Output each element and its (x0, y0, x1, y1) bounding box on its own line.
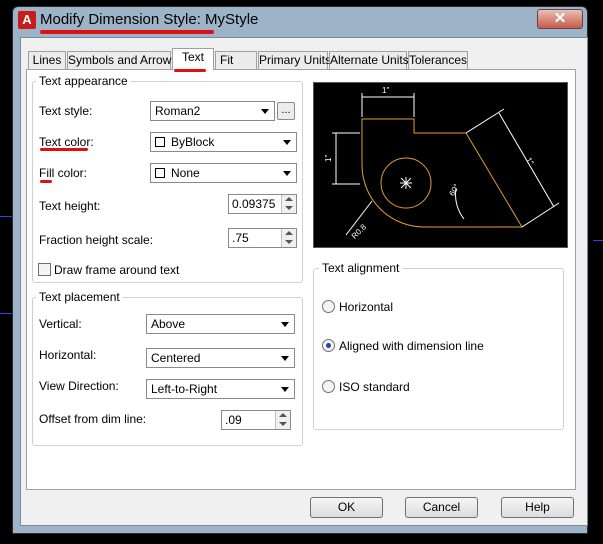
spin-down-button[interactable] (282, 204, 296, 213)
tab-lines[interactable]: Lines (28, 51, 66, 69)
horizontal-value: Centered (151, 351, 201, 365)
text-style-value: Roman2 (155, 104, 201, 118)
text-color-label: Text color: (39, 135, 94, 149)
vertical-select[interactable]: Above (146, 314, 295, 334)
vertical-value: Above (151, 317, 186, 331)
radio-iso-standard-label: ISO standard (339, 380, 410, 394)
fill-color-label: Fill color: (39, 166, 88, 180)
view-direction-value: Left-to-Right (151, 382, 218, 396)
fraction-height-value: .75 (232, 231, 249, 245)
spin-down-button[interactable] (282, 238, 296, 247)
text-color-select[interactable]: ByBlock (150, 132, 297, 152)
fill-color-annotation-underline (40, 180, 52, 183)
arrow-up-icon (285, 231, 293, 235)
help-button[interactable]: Help (501, 497, 574, 518)
chevron-down-icon (281, 356, 289, 361)
offset-label: Offset from dim line: (39, 412, 147, 426)
text-style-browse-button[interactable]: ... (277, 102, 295, 120)
text-color-annotation-underline (40, 148, 88, 151)
text-style-label: Text style: (39, 104, 93, 118)
draw-frame-checkbox[interactable] (38, 263, 51, 276)
radio-aligned-with-dimension-line[interactable] (322, 339, 335, 352)
dim-slope-text: 1" (524, 156, 536, 167)
tab-annotation-underline (174, 69, 206, 72)
tab-tolerances[interactable]: Tolerances (408, 51, 468, 69)
fraction-height-input[interactable]: .75 (228, 228, 297, 248)
preview-outline (361, 118, 523, 228)
chevron-down-icon (281, 387, 289, 392)
color-swatch-icon (155, 168, 165, 178)
dim-angle-text: 60° (447, 182, 461, 197)
spin-up-button[interactable] (276, 411, 290, 420)
dialog-title: Modify Dimension Style: MyStyle (40, 11, 259, 28)
text-placement-title: Text placement (36, 290, 123, 304)
arrow-down-icon (285, 206, 293, 210)
offset-value: .09 (225, 413, 242, 427)
spin-down-button[interactable] (276, 420, 290, 429)
radio-aligned-label: Aligned with dimension line (339, 339, 484, 353)
preview-drawing: 1" 1" 1" 60° R0.8 (324, 86, 560, 241)
title-annotation-underline (40, 30, 214, 34)
fill-color-select[interactable]: None (150, 163, 297, 183)
tab-text[interactable]: Text (172, 48, 214, 70)
dim-top-text: 1" (382, 86, 389, 95)
radio-horizontal[interactable] (322, 300, 335, 313)
view-direction-select[interactable]: Left-to-Right (146, 379, 295, 399)
close-button[interactable]: ✕ (537, 9, 583, 29)
chevron-down-icon (283, 140, 291, 145)
tab-fit[interactable]: Fit (215, 51, 257, 69)
background-line (593, 240, 603, 241)
dimension-preview: 1" 1" 1" 60° R0.8 (313, 82, 568, 248)
text-height-input[interactable]: 0.09375 (228, 194, 297, 214)
arrow-down-icon (279, 422, 287, 426)
vertical-label: Vertical: (39, 317, 82, 331)
draw-frame-label: Draw frame around text (54, 263, 180, 277)
tab-primary-units[interactable]: Primary Units (258, 51, 331, 69)
background-line (0, 216, 12, 217)
text-color-value: ByBlock (171, 135, 215, 149)
background-line (0, 313, 12, 314)
text-height-value: 0.09375 (232, 197, 276, 211)
arrow-down-icon (285, 240, 293, 244)
arrow-up-icon (285, 197, 293, 201)
radio-horizontal-label: Horizontal (339, 300, 394, 314)
horizontal-select[interactable]: Centered (146, 348, 295, 368)
tab-alternate-units[interactable]: Alternate Units (329, 51, 409, 69)
spin-up-button[interactable] (282, 195, 296, 204)
radio-iso-standard[interactable] (322, 380, 335, 393)
text-alignment-title: Text alignment (319, 261, 403, 275)
spin-up-button[interactable] (282, 229, 296, 238)
chevron-down-icon (281, 322, 289, 327)
tab-symbols-and-arrows[interactable]: Symbols and Arrows (67, 51, 177, 69)
text-height-label: Text height: (39, 199, 101, 213)
chevron-down-icon (283, 171, 291, 176)
dim-left-text: 1" (324, 155, 333, 162)
text-style-select[interactable]: Roman2 (150, 101, 275, 121)
horizontal-label: Horizontal: (39, 348, 97, 362)
color-swatch-icon (155, 137, 165, 147)
chevron-down-icon (261, 109, 269, 114)
text-appearance-title: Text appearance (36, 74, 131, 88)
ok-button[interactable]: OK (310, 497, 383, 518)
autocad-app-icon: A (18, 11, 36, 29)
preview-dimensions (332, 93, 560, 236)
offset-input[interactable]: .09 (221, 410, 291, 430)
view-direction-label: View Direction: (39, 379, 119, 393)
fraction-height-label: Fraction height scale: (39, 233, 154, 247)
dim-radius-text: R0.8 (350, 222, 369, 241)
arrow-up-icon (279, 413, 287, 417)
fill-color-value: None (171, 166, 200, 180)
cancel-button[interactable]: Cancel (405, 497, 478, 518)
